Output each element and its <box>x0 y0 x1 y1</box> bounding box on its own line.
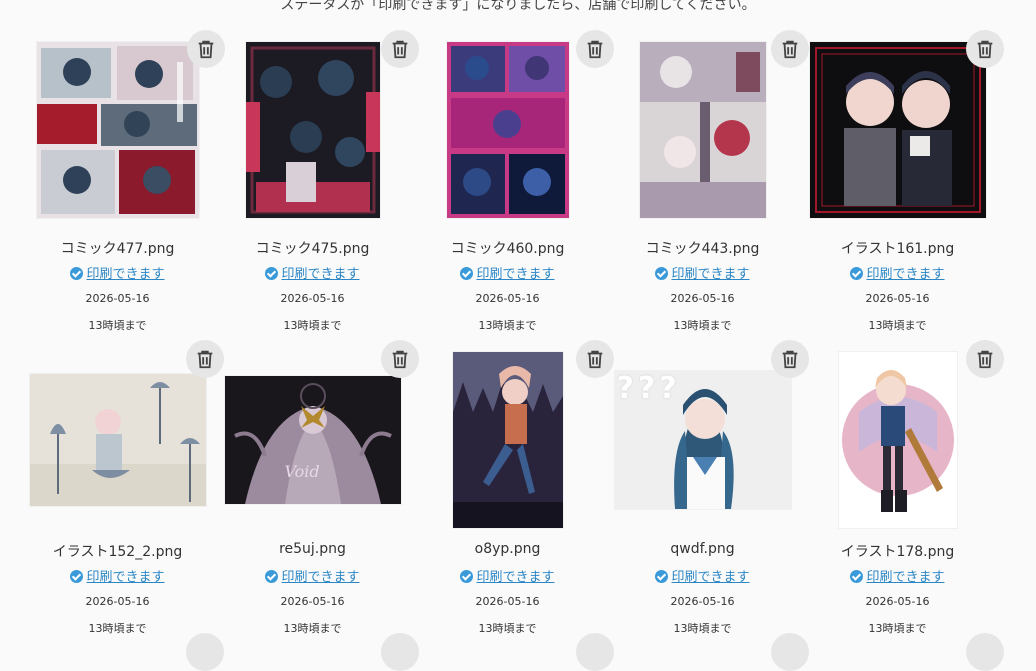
upload-date: 2026-05-16 <box>670 292 735 305</box>
print-deadline: 13時頃まで <box>88 319 147 332</box>
trash-icon <box>782 350 798 369</box>
upload-date: 2026-05-16 <box>85 292 150 305</box>
print-deadline: 13時頃まで <box>673 319 732 332</box>
print-status-link[interactable]: 印刷できます <box>866 267 944 282</box>
print-status-link[interactable]: 印刷できます <box>476 570 554 585</box>
check-circle-icon <box>70 570 84 583</box>
print-notice: ステータスが「印刷できます」になりましたら、店舗で印刷してください。 <box>280 0 756 13</box>
print-status: 印刷できます <box>605 263 800 282</box>
trash-icon <box>198 40 214 59</box>
print-status: 印刷できます <box>20 263 215 282</box>
thumbnail-image[interactable] <box>452 352 563 528</box>
thumbnail-image[interactable] <box>809 42 986 218</box>
file-name: re5uj.png <box>279 541 346 557</box>
print-status-link[interactable]: 印刷できます <box>671 570 749 585</box>
check-circle-icon <box>655 267 669 280</box>
print-status-link[interactable]: 印刷できます <box>281 267 359 282</box>
check-circle-icon <box>850 570 864 583</box>
delete-button[interactable] <box>966 30 1004 68</box>
file-name: コミック477.png <box>60 241 175 257</box>
upload-date: 2026-05-16 <box>865 595 930 608</box>
check-circle-icon <box>655 570 669 583</box>
print-deadline: 13時頃まで <box>283 319 342 332</box>
upload-date: 2026-05-16 <box>865 292 930 305</box>
print-status: 印刷できます <box>605 566 800 585</box>
print-status: 印刷できます <box>215 263 410 282</box>
print-status-link[interactable]: 印刷できます <box>86 267 164 282</box>
delete-button[interactable] <box>381 633 419 671</box>
check-circle-icon <box>70 267 84 280</box>
thumbnail-image[interactable]: Void <box>224 376 401 504</box>
delete-button[interactable] <box>966 340 1004 378</box>
thumbnail-image[interactable] <box>245 42 380 218</box>
thumbnail-image[interactable] <box>838 352 957 528</box>
file-name: コミック443.png <box>645 241 760 257</box>
trash-icon <box>782 40 798 59</box>
print-status: 印刷できます <box>20 566 215 585</box>
print-status: 印刷できます <box>800 566 995 585</box>
upload-date: 2026-05-16 <box>670 595 735 608</box>
print-deadline: 13時頃まで <box>88 622 147 635</box>
file-name: コミック475.png <box>255 241 370 257</box>
upload-date: 2026-05-16 <box>280 292 345 305</box>
print-deadline: 13時頃まで <box>478 319 537 332</box>
file-name: イラスト178.png <box>840 544 955 560</box>
file-name: qwdf.png <box>670 541 735 557</box>
check-circle-icon <box>265 267 279 280</box>
trash-icon <box>392 40 408 59</box>
print-status: 印刷できます <box>410 263 605 282</box>
thumbnail-image[interactable] <box>639 42 766 218</box>
check-circle-icon <box>265 570 279 583</box>
trash-icon <box>392 350 408 369</box>
delete-button[interactable] <box>186 633 224 671</box>
thumbnail-caption: ??? <box>616 371 681 406</box>
delete-button[interactable] <box>576 633 614 671</box>
upload-date: 2026-05-16 <box>475 595 540 608</box>
thumbnail-image[interactable] <box>446 42 569 218</box>
print-deadline: 13時頃まで <box>868 622 927 635</box>
upload-date: 2026-05-16 <box>280 595 345 608</box>
check-circle-icon <box>460 267 474 280</box>
thumbnail-image[interactable] <box>29 374 206 506</box>
trash-icon <box>977 350 993 369</box>
thumbnail-caption: Void <box>284 462 320 481</box>
thumbnail-image[interactable] <box>36 42 199 218</box>
file-name: o8yp.png <box>474 541 541 557</box>
print-status-link[interactable]: 印刷できます <box>86 570 164 585</box>
file-name: コミック460.png <box>450 241 565 257</box>
file-name: イラスト161.png <box>840 241 955 257</box>
print-status-link[interactable]: 印刷できます <box>476 267 554 282</box>
trash-icon <box>977 40 993 59</box>
check-circle-icon <box>850 267 864 280</box>
print-status-link[interactable]: 印刷できます <box>866 570 944 585</box>
print-deadline: 13時頃まで <box>283 622 342 635</box>
trash-icon <box>197 350 213 369</box>
trash-icon <box>587 350 603 369</box>
delete-button[interactable] <box>771 633 809 671</box>
upload-date: 2026-05-16 <box>475 292 540 305</box>
delete-button[interactable] <box>966 633 1004 671</box>
upload-date: 2026-05-16 <box>85 595 150 608</box>
print-status: 印刷できます <box>410 566 605 585</box>
print-deadline: 13時頃まで <box>673 622 732 635</box>
thumbnail-image[interactable]: ??? <box>614 371 791 509</box>
print-status: 印刷できます <box>215 566 410 585</box>
trash-icon <box>587 40 603 59</box>
print-deadline: 13時頃まで <box>868 319 927 332</box>
print-status-link[interactable]: 印刷できます <box>671 267 749 282</box>
print-deadline: 13時頃まで <box>478 622 537 635</box>
print-status-link[interactable]: 印刷できます <box>281 570 359 585</box>
file-name: イラスト152_2.png <box>52 544 183 560</box>
print-status: 印刷できます <box>800 263 995 282</box>
check-circle-icon <box>460 570 474 583</box>
